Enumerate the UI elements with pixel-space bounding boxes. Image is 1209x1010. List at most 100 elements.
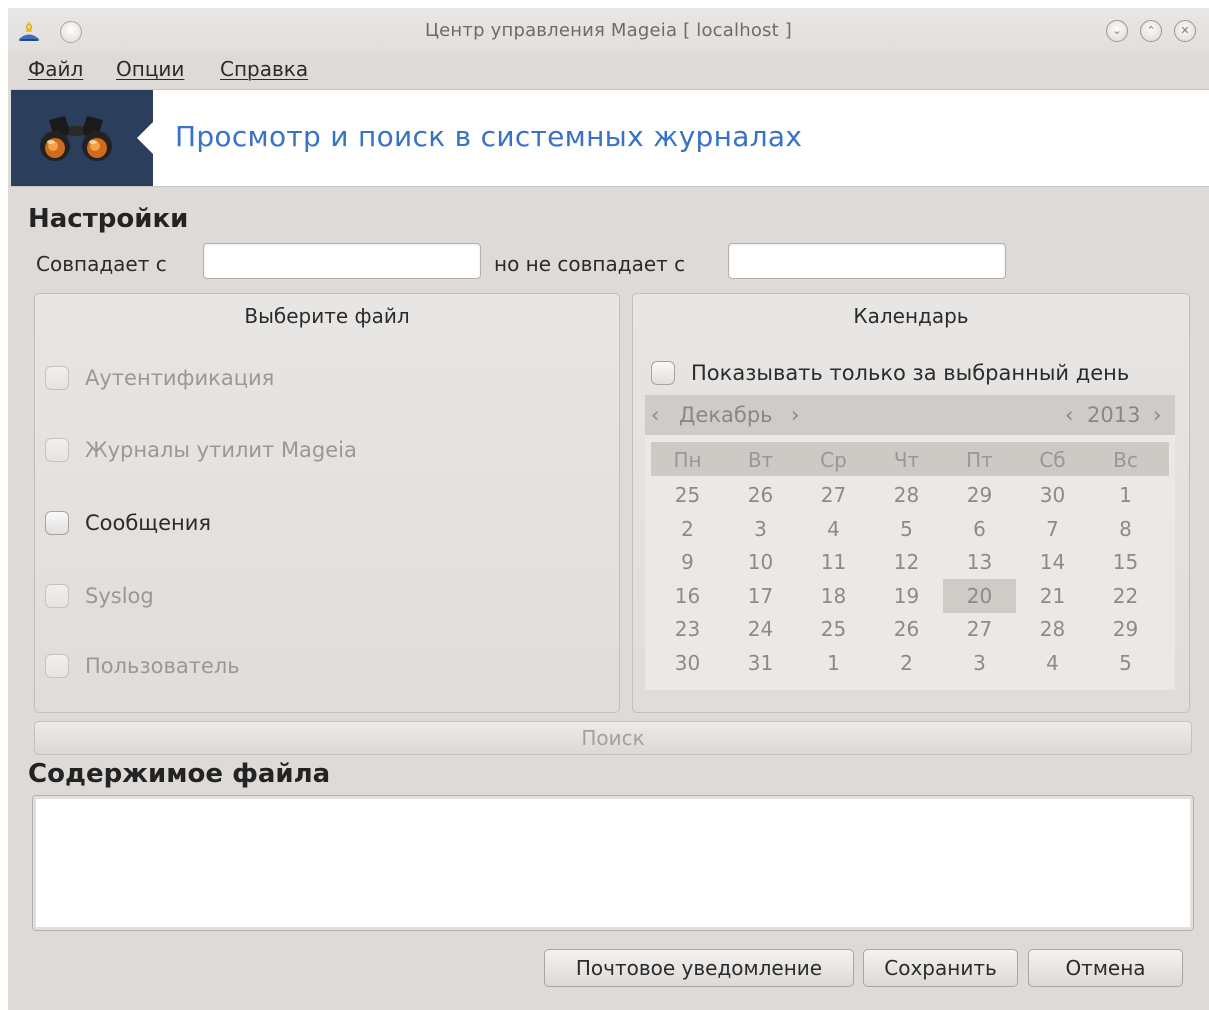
- calendar-day[interactable]: 8: [1089, 517, 1162, 541]
- weekday-label: Пт: [966, 448, 993, 472]
- close-button[interactable]: ✕: [1174, 20, 1196, 42]
- checkbox-box[interactable]: [45, 654, 69, 678]
- calendar-day[interactable]: 20: [943, 584, 1016, 608]
- mail-notification-button[interactable]: Почтовое уведомление: [544, 949, 854, 987]
- calendar-grid: Пн Вт Ср Чт Пт Сб Вс 25 26 27 28 29 30 1 2 3 4 5 6 7 8 9 10 11…: [645, 435, 1175, 690]
- calendar-day[interactable]: 2: [651, 517, 724, 541]
- chevron-down-icon: ⌄: [1112, 24, 1122, 37]
- file-group-title: Выберите файл: [244, 304, 410, 328]
- calendar-day[interactable]: 26: [870, 617, 943, 641]
- calendar-day[interactable]: 21: [1016, 584, 1089, 608]
- calendar-month: Декабрь: [679, 403, 773, 427]
- calendar-day[interactable]: 4: [1016, 651, 1089, 675]
- file-messages-label: Сообщения: [85, 511, 212, 535]
- calendar-day[interactable]: 14: [1016, 550, 1089, 574]
- calendar-day[interactable]: 2: [870, 651, 943, 675]
- file-auth-label: Аутентификация: [85, 366, 275, 390]
- checkbox-box[interactable]: [45, 366, 69, 390]
- calendar-day[interactable]: 5: [870, 517, 943, 541]
- minimize-button[interactable]: ⌄: [1106, 20, 1128, 42]
- only-day-label: Показывать только за выбранный день: [691, 361, 1130, 385]
- weekday-label: Пн: [673, 448, 702, 472]
- menu-options[interactable]: Опции: [116, 57, 184, 81]
- calendar-group-title: Календарь: [853, 304, 969, 328]
- calendar-day[interactable]: 25: [797, 617, 870, 641]
- weekday-label: Ср: [820, 448, 847, 472]
- calendar-day[interactable]: 30: [651, 651, 724, 675]
- calendar-day[interactable]: 31: [724, 651, 797, 675]
- prev-year-icon[interactable]: ‹: [1065, 403, 1073, 427]
- next-year-icon[interactable]: ›: [1153, 403, 1161, 427]
- banner-icon-area: [11, 90, 153, 186]
- calendar-day[interactable]: 26: [724, 483, 797, 507]
- calendar-day[interactable]: 3: [943, 651, 1016, 675]
- settings-heading: Настройки: [28, 204, 189, 234]
- file-content-area[interactable]: [32, 795, 1194, 931]
- banner-title: Просмотр и поиск в системных журналах: [175, 120, 803, 153]
- calendar-day[interactable]: 27: [943, 617, 1016, 641]
- calendar-day[interactable]: 19: [870, 584, 943, 608]
- calendar-day[interactable]: 1: [797, 651, 870, 675]
- next-month-icon[interactable]: ›: [791, 403, 799, 427]
- file-syslog-label: Syslog: [85, 584, 154, 608]
- calendar-day[interactable]: 11: [797, 550, 870, 574]
- cancel-button[interactable]: Отмена: [1028, 949, 1183, 987]
- calendar-day[interactable]: 1: [1089, 483, 1162, 507]
- calendar-day[interactable]: 30: [1016, 483, 1089, 507]
- calendar-day[interactable]: 13: [943, 550, 1016, 574]
- search-button[interactable]: Поиск: [34, 721, 1192, 755]
- calendar-group: Календарь Показывать только за выбранный…: [632, 293, 1190, 713]
- weekday-label: Вт: [747, 448, 774, 472]
- calendar-weekday-row: Пн Вт Ср Чт Пт Сб Вс: [651, 442, 1169, 476]
- calendar-day[interactable]: 9: [651, 550, 724, 574]
- checkbox-box[interactable]: [45, 584, 69, 608]
- weekday-label: Сб: [1039, 448, 1066, 472]
- calendar-day[interactable]: 18: [797, 584, 870, 608]
- file-group: Выберите файл Аутентификация Журналы ути…: [34, 293, 620, 713]
- weekday-label: Чт: [893, 448, 920, 472]
- binoculars-icon: [40, 116, 112, 161]
- calendar-day[interactable]: 24: [724, 617, 797, 641]
- menu-bar: [8, 54, 1209, 88]
- calendar-day[interactable]: 17: [724, 584, 797, 608]
- calendar-day[interactable]: 10: [724, 550, 797, 574]
- calendar-day[interactable]: 28: [870, 483, 943, 507]
- checkbox-box[interactable]: [651, 361, 675, 385]
- menu-help[interactable]: Справка: [220, 57, 308, 81]
- checkbox-box[interactable]: [45, 438, 69, 462]
- app-window: Центр управления Mageia [ localhost ] ⌄ …: [8, 8, 1209, 1010]
- maximize-button[interactable]: ⌃: [1140, 20, 1162, 42]
- calendar-day[interactable]: 28: [1016, 617, 1089, 641]
- calendar-day[interactable]: 7: [1016, 517, 1089, 541]
- calendar-day[interactable]: 29: [1089, 617, 1162, 641]
- window-title: Центр управления Mageia [ localhost ]: [424, 20, 793, 41]
- menu-file[interactable]: Файл: [28, 57, 83, 81]
- nomatch-input[interactable]: [728, 243, 1006, 279]
- calendar-year: 2013: [1087, 403, 1141, 427]
- match-label: Совпадает с: [36, 252, 167, 276]
- content-heading: Содержимое файла: [28, 759, 331, 789]
- calendar-day[interactable]: 27: [797, 483, 870, 507]
- calendar-day[interactable]: 12: [870, 550, 943, 574]
- file-user-label: Пользователь: [85, 654, 240, 678]
- file-mageia-label: Журналы утилит Mageia: [85, 438, 357, 462]
- calendar-day[interactable]: 25: [651, 483, 724, 507]
- calendar-day[interactable]: 16: [651, 584, 724, 608]
- calendar-day[interactable]: 29: [943, 483, 1016, 507]
- calendar-day[interactable]: 5: [1089, 651, 1162, 675]
- calendar-day[interactable]: 6: [943, 517, 1016, 541]
- checkbox-box[interactable]: [45, 511, 69, 535]
- banner: Просмотр и поиск в системных журналах: [11, 89, 1209, 187]
- title-bar[interactable]: Центр управления Mageia [ localhost ] ⌄ …: [8, 8, 1209, 54]
- calendar-nav: ‹ Декабрь › ‹ 2013 ›: [645, 395, 1175, 435]
- calendar-day[interactable]: 22: [1089, 584, 1162, 608]
- save-button[interactable]: Сохранить: [863, 949, 1018, 987]
- calendar-day[interactable]: 15: [1089, 550, 1162, 574]
- nomatch-label: но не совпадает с: [494, 252, 686, 276]
- calendar-day[interactable]: 23: [651, 617, 724, 641]
- prev-month-icon[interactable]: ‹: [651, 403, 659, 427]
- weekday-label: Вс: [1113, 448, 1138, 472]
- match-input[interactable]: [203, 243, 481, 279]
- calendar-day[interactable]: 4: [797, 517, 870, 541]
- calendar-day[interactable]: 3: [724, 517, 797, 541]
